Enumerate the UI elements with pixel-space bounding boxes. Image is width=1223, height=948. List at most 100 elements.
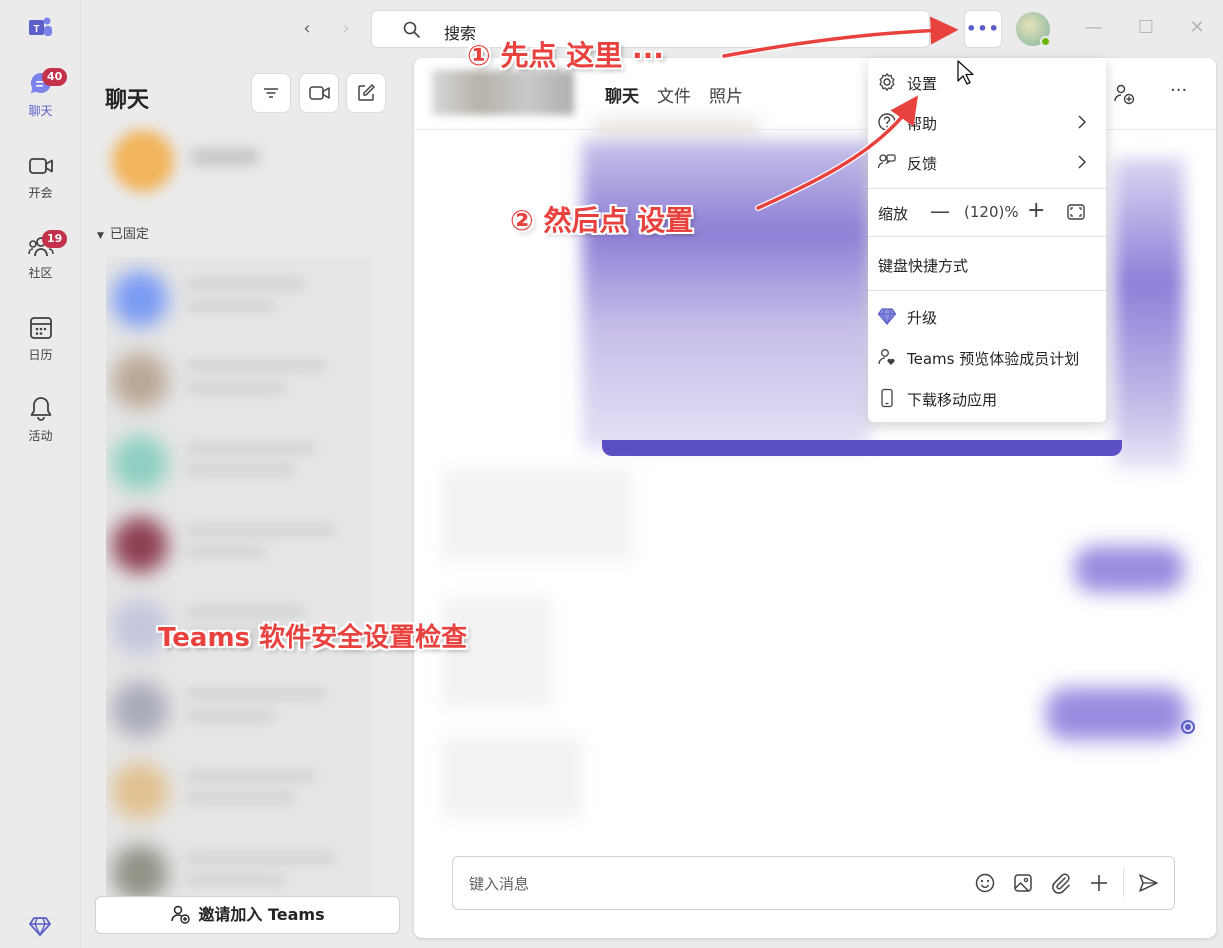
filter-button[interactable] [251, 73, 291, 113]
zoom-control: 缩放 — (120)% + [868, 192, 1106, 232]
menu-item-feedback[interactable]: 反馈 [868, 142, 1106, 182]
menu-divider [868, 290, 1106, 291]
blurred-message [1074, 546, 1184, 592]
rail-item-community[interactable]: 19 社区 [0, 230, 81, 298]
rail-label: 开会 [28, 186, 53, 200]
list-item[interactable] [106, 831, 373, 902]
annotation-step-2: ② 然后点 设置 [510, 204, 694, 237]
zoom-in-button[interactable]: + [1027, 198, 1045, 223]
diamond-icon [877, 308, 897, 326]
rail-label: 活动 [28, 429, 53, 443]
add-person-icon [171, 905, 191, 924]
gear-icon [879, 73, 895, 91]
menu-label: 帮助 [907, 115, 938, 133]
zoom-out-button[interactable]: — [930, 199, 950, 223]
list-item[interactable] [106, 667, 373, 749]
back-arrow-icon[interactable]: ‹ [296, 18, 318, 40]
pinned-section-header[interactable]: ▼ 已固定 [97, 223, 149, 242]
compose-icon [358, 84, 375, 101]
menu-divider [868, 236, 1106, 237]
pinned-label: 已固定 [109, 227, 149, 242]
menu-item-settings[interactable]: 设置 [868, 62, 1106, 102]
menu-label: 设置 [907, 75, 938, 93]
list-item[interactable] [106, 749, 373, 831]
menu-label: 反馈 [907, 155, 938, 173]
video-icon [309, 86, 330, 100]
chat-list-panel: 聊天 ▼ 已固定 邀请加入 Teams [82, 56, 412, 948]
add-participants-icon[interactable] [1112, 82, 1136, 106]
conversation-more-icon[interactable]: ··· [1170, 80, 1187, 101]
image-icon[interactable] [1012, 872, 1034, 894]
rail-label: 日历 [28, 348, 53, 362]
plus-icon[interactable] [1088, 872, 1110, 894]
menu-label: 升级 [907, 309, 938, 327]
calendar-icon [29, 317, 52, 339]
recent-chat-item[interactable] [112, 122, 282, 196]
maximize-button[interactable]: ☐ [1134, 16, 1158, 40]
notification-badge: 19 [42, 230, 68, 248]
pinned-chat-list [106, 257, 373, 902]
blurred-message [442, 738, 582, 818]
menu-item-download-mobile[interactable]: 下载移动应用 [868, 378, 1106, 418]
message-composer[interactable]: 键入消息 [452, 856, 1175, 910]
tab-photos[interactable]: 照片 [709, 82, 743, 107]
blurred-message [1046, 688, 1186, 740]
list-item[interactable] [106, 421, 373, 503]
menu-label: 下载移动应用 [907, 391, 998, 409]
mouse-cursor-icon [957, 60, 974, 85]
zoom-label: 缩放 [878, 205, 909, 223]
send-icon[interactable] [1137, 872, 1159, 894]
menu-item-keyboard-shortcuts[interactable]: 键盘快捷方式 [878, 255, 968, 276]
invite-label: 邀请加入 Teams [198, 905, 325, 924]
message-card-footer [602, 440, 1122, 456]
annotation-caption: Teams 软件安全设置检查 [158, 623, 468, 653]
close-button[interactable]: ✕ [1185, 16, 1209, 40]
chevron-right-icon [1078, 115, 1087, 129]
read-receipt-icon [1181, 720, 1195, 734]
blurred-message [442, 470, 632, 560]
phone-icon [881, 388, 893, 408]
tab-chat[interactable]: 聊天 [605, 82, 639, 107]
attach-icon[interactable] [1050, 872, 1072, 894]
list-item[interactable] [106, 257, 373, 339]
bell-icon [30, 397, 51, 421]
rail-item-activity[interactable]: 活动 [0, 395, 81, 461]
fullscreen-icon[interactable] [1066, 202, 1086, 222]
rail-item-meet[interactable]: 开会 [0, 152, 81, 218]
new-chat-button[interactable] [346, 73, 386, 113]
video-icon [28, 158, 53, 174]
settings-and-more-button[interactable]: ••• [964, 10, 1002, 48]
help-icon [878, 113, 896, 131]
emoji-icon[interactable] [974, 872, 996, 894]
teams-logo-icon: T [29, 17, 52, 36]
forward-arrow-icon[interactable]: › [335, 18, 357, 40]
minimize-button[interactable]: — [1082, 16, 1106, 40]
profile-avatar[interactable] [1016, 12, 1051, 47]
search-icon [403, 21, 420, 38]
list-item[interactable] [106, 503, 373, 585]
menu-item-upgrade[interactable]: 升级 [868, 296, 1106, 336]
tab-files[interactable]: 文件 [657, 82, 691, 107]
menu-item-preview-program[interactable]: Teams 预览体验成员计划 [868, 337, 1106, 377]
person-heart-icon [878, 349, 895, 365]
caret-down-icon: ▼ [97, 231, 104, 241]
rail-label: 聊天 [28, 104, 53, 118]
conversation-avatar[interactable] [432, 70, 574, 115]
rail-label: 社区 [28, 266, 53, 280]
divider [1123, 869, 1124, 897]
menu-item-help[interactable]: 帮助 [868, 102, 1106, 142]
invite-to-teams-button[interactable]: 邀请加入 Teams [95, 896, 400, 934]
meet-now-button[interactable] [299, 73, 339, 113]
list-item[interactable] [106, 339, 373, 421]
filter-icon [264, 88, 278, 98]
blurred-image-card [1114, 158, 1184, 470]
rail-item-chat[interactable]: 40 聊天 [0, 68, 81, 136]
settings-and-more-menu: 设置 帮助 反馈 缩放 — (120)% + 键盘快捷方式 升级 Teams 预… [868, 58, 1106, 422]
premium-diamond-icon[interactable] [28, 914, 52, 938]
svg-text:T: T [33, 24, 39, 35]
zoom-value: (120)% [964, 203, 1019, 221]
composer-placeholder: 键入消息 [469, 875, 530, 893]
unread-badge: 40 [42, 68, 68, 86]
rail-item-calendar[interactable]: 日历 [0, 314, 81, 380]
app-rail: T 40 聊天 开会 19 社区 日历 活动 [0, 0, 81, 948]
